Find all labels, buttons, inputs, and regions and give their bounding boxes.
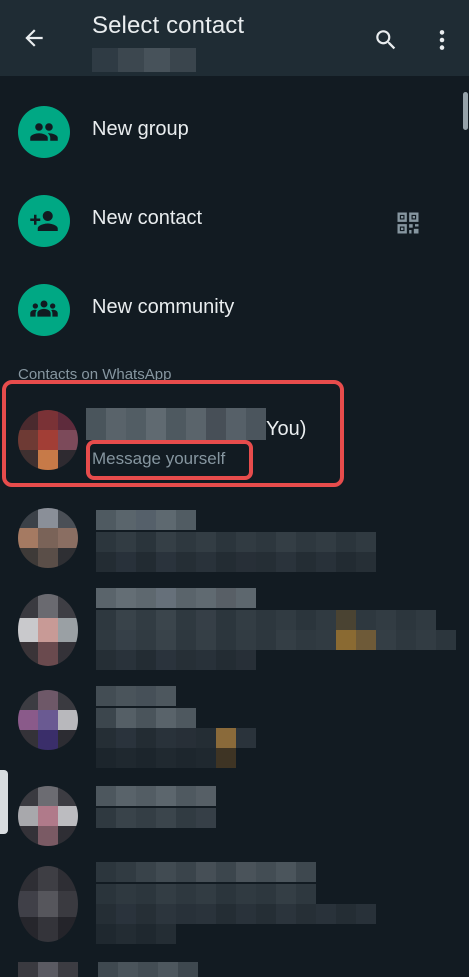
new-community-avatar (18, 284, 70, 336)
new-community-label: New community (92, 296, 235, 318)
contact-avatar (18, 594, 78, 666)
arrow-back-icon (25, 29, 43, 47)
self-avatar (18, 410, 78, 470)
contact-about-redacted (96, 610, 436, 630)
contact-row[interactable] (0, 588, 469, 678)
self-status: Message yourself (92, 449, 226, 468)
contact-name-redacted (96, 862, 316, 882)
contact-about-redacted (96, 708, 196, 728)
contact-avatar (18, 690, 78, 750)
select-contact-screen: Select contact New group New contact New… (0, 0, 469, 977)
contact-about-redacted-2 (96, 552, 376, 572)
back-button[interactable] (18, 22, 50, 54)
contact-about-redacted (96, 808, 216, 828)
contact-about-redacted-3 (96, 924, 176, 944)
contact-avatar (18, 508, 78, 568)
section-header: Contacts on WhatsApp (18, 366, 172, 383)
contact-about-redacted-2 (96, 904, 376, 924)
contact-avatar (18, 866, 78, 942)
new-group-avatar (18, 106, 70, 158)
qr-code-button[interactable] (392, 207, 424, 239)
qr-code-icon (397, 212, 419, 234)
self-name-suffix: You) (266, 418, 307, 440)
new-contact-row[interactable]: New contact (0, 181, 469, 259)
contact-about-redacted-3 (96, 748, 236, 768)
contact-row[interactable] (0, 496, 469, 586)
contact-row[interactable] (0, 862, 469, 952)
contact-about-redacted (96, 532, 376, 552)
page-title: Select contact (92, 12, 245, 39)
community-icon (30, 300, 58, 317)
new-group-label: New group (92, 118, 189, 140)
contact-about-redacted-2 (96, 630, 456, 650)
contact-name-redacted (96, 510, 196, 530)
contact-avatar (18, 786, 78, 846)
more-options-button[interactable] (426, 24, 458, 56)
contact-row-partial (18, 962, 198, 977)
contact-count-redacted (92, 48, 196, 72)
search-button[interactable] (370, 24, 402, 56)
app-bar: Select contact (0, 0, 469, 76)
new-group-row[interactable]: New group (0, 92, 469, 170)
new-community-row[interactable]: New community (0, 270, 469, 348)
contact-about-redacted-3 (96, 650, 256, 670)
contact-row[interactable] (0, 686, 469, 776)
search-icon (376, 30, 396, 50)
contact-name-redacted (96, 786, 216, 806)
contact-name-redacted (96, 588, 256, 608)
new-contact-label: New contact (92, 207, 203, 229)
contact-name-redacted (96, 686, 176, 706)
contact-about-redacted (96, 884, 316, 904)
contact-about-redacted-2 (96, 728, 256, 748)
contact-row[interactable] (0, 772, 469, 862)
more-vert-icon (439, 30, 445, 50)
group-icon (30, 123, 58, 141)
new-contact-avatar (18, 195, 70, 247)
self-contact-row[interactable]: You) Message yourself (0, 396, 469, 484)
add-person-icon (30, 211, 58, 231)
self-name-redacted (86, 408, 266, 440)
